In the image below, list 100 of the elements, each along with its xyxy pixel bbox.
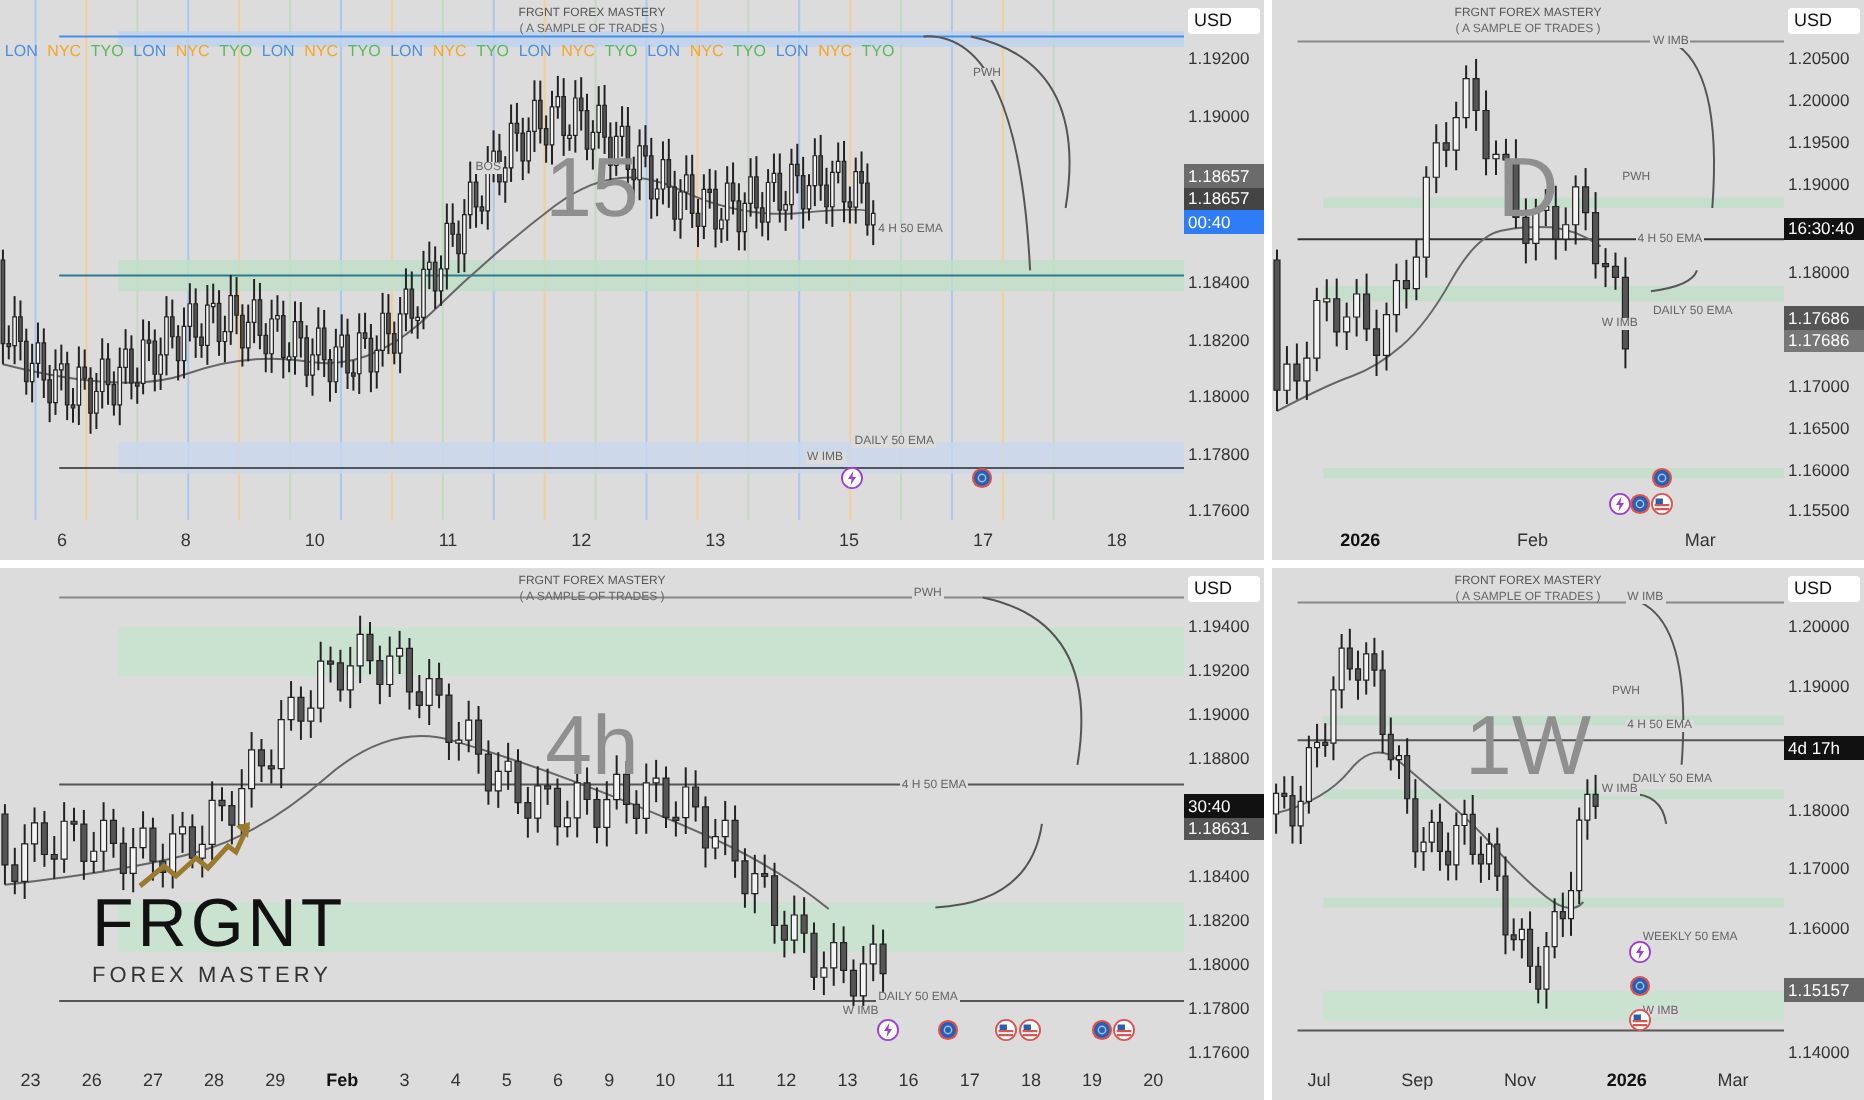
- price-label: 1.19400: [1186, 618, 1252, 635]
- price-label: 1.18800: [1186, 750, 1252, 767]
- session-label: NYC: [304, 44, 339, 60]
- time-label: 13: [837, 1071, 858, 1089]
- price-tag: 1.17686: [1784, 329, 1864, 353]
- session-label: LON: [647, 44, 681, 60]
- session-label: LON: [775, 44, 809, 60]
- lightning-icon: [1609, 493, 1632, 516]
- session-label: NYC: [432, 44, 467, 60]
- time-label: 9: [604, 1071, 615, 1089]
- price-tag: 30:40: [1184, 794, 1264, 817]
- price-label: 1.17800: [1186, 999, 1252, 1016]
- price-label: 1.17600: [1186, 502, 1252, 520]
- price-label: 1.19200: [1186, 50, 1252, 67]
- price-tag: 1.15157: [1784, 978, 1864, 1001]
- price-label: 1.18000: [1186, 388, 1252, 406]
- price-label: 1.17000: [1786, 377, 1852, 395]
- currency-label: USD: [1188, 8, 1260, 34]
- logo-wordmark: FRGNT: [92, 890, 347, 958]
- price-label: 1.15500: [1786, 502, 1852, 520]
- time-label: 11: [716, 1071, 736, 1089]
- price-label: 1.20000: [1786, 91, 1852, 109]
- price-tag: 1.18631: [1184, 817, 1264, 840]
- time-label: 6: [56, 531, 67, 549]
- zigzag-arrow-icon: [136, 818, 252, 890]
- lightning-icon: [841, 467, 864, 490]
- session-label: TYO: [219, 44, 253, 60]
- session-label: NYC: [175, 44, 210, 60]
- time-label: Mar: [1684, 531, 1716, 549]
- time-label: 17: [972, 531, 993, 549]
- flag-icon: [995, 1019, 1018, 1042]
- session-label: TYO: [861, 44, 895, 60]
- time-label: 10: [655, 1071, 676, 1089]
- price-tag: 4d 17h: [1784, 736, 1864, 759]
- session-label: NYC: [561, 44, 595, 60]
- price-label: 1.18000: [1786, 264, 1852, 282]
- price-label: 1.16000: [1786, 461, 1852, 479]
- time-label: Feb: [1517, 531, 1549, 549]
- time-label: Sep: [1401, 1071, 1434, 1089]
- time-label: 29: [265, 1071, 286, 1089]
- price-label: 1.19200: [1186, 662, 1252, 679]
- flag-icon: [1629, 1009, 1652, 1032]
- session-label: TYO: [90, 44, 124, 60]
- price-label: 1.17600: [1186, 1043, 1252, 1060]
- time-label: 10: [304, 531, 325, 549]
- lightning-icon: [1629, 940, 1652, 963]
- session-label: LON: [390, 44, 424, 60]
- session-label: TYO: [733, 44, 766, 60]
- price-label: 1.20500: [1786, 50, 1852, 67]
- price-label: 1.14000: [1786, 1043, 1852, 1060]
- time-label: 8: [180, 531, 191, 549]
- price-tag: 16:30:40: [1784, 217, 1864, 241]
- timeframe-watermark: 4h: [545, 703, 639, 788]
- time-label: 4: [450, 1071, 461, 1089]
- session-label: NYC: [689, 44, 724, 60]
- time-label: Jul: [1307, 1071, 1331, 1089]
- time-label: 16: [898, 1071, 919, 1089]
- price-label: 1.20000: [1786, 618, 1852, 635]
- time-label: 19: [1082, 1071, 1103, 1089]
- time-label: 11: [438, 531, 458, 549]
- price-label: 1.19000: [1186, 107, 1252, 125]
- time-label: 2026: [1340, 531, 1381, 549]
- price-label: 1.18400: [1186, 273, 1252, 291]
- time-label: Feb: [326, 1071, 359, 1089]
- session-label: LON: [4, 44, 38, 60]
- time-label: 26: [81, 1071, 102, 1089]
- time-label: 20: [1143, 1071, 1164, 1089]
- price-label: 1.18200: [1186, 911, 1252, 928]
- session-label: NYC: [47, 44, 82, 60]
- session-label: NYC: [818, 44, 852, 60]
- session-label: TYO: [347, 44, 381, 60]
- price-label: 1.19000: [1786, 677, 1852, 694]
- time-label: 13: [705, 531, 726, 549]
- session-label: LON: [518, 44, 552, 60]
- time-label: 28: [204, 1071, 225, 1089]
- time-label: 2026: [1606, 1071, 1647, 1089]
- time-label: 27: [142, 1071, 163, 1089]
- time-label: 12: [776, 1071, 797, 1089]
- session-label: LON: [133, 44, 167, 60]
- time-label: 15: [839, 531, 860, 549]
- flag-icon: [1113, 1019, 1136, 1042]
- price-label: 1.18000: [1186, 955, 1252, 972]
- price-label: 1.18000: [1786, 801, 1852, 818]
- flag-icon: [1650, 493, 1673, 516]
- time-label: Mar: [1717, 1071, 1749, 1089]
- price-tag: 1.18657: [1184, 164, 1264, 188]
- session-label: LON: [261, 44, 295, 60]
- session-label: TYO: [604, 44, 638, 60]
- time-label: 17: [959, 1071, 980, 1089]
- time-label: Nov: [1503, 1071, 1536, 1089]
- price-label: 1.18200: [1186, 331, 1252, 349]
- session-label: TYO: [476, 44, 510, 60]
- price-label: 1.19500: [1786, 133, 1852, 151]
- currency-label: USD: [1188, 576, 1260, 602]
- logo-tagline: FOREX MASTERY: [92, 966, 332, 988]
- price-label: 1.18400: [1186, 867, 1252, 884]
- time-label: 3: [399, 1071, 410, 1089]
- price-label: 1.16000: [1786, 919, 1852, 936]
- price-label: 1.19000: [1786, 175, 1852, 193]
- price-tag: 1.17686: [1784, 306, 1864, 330]
